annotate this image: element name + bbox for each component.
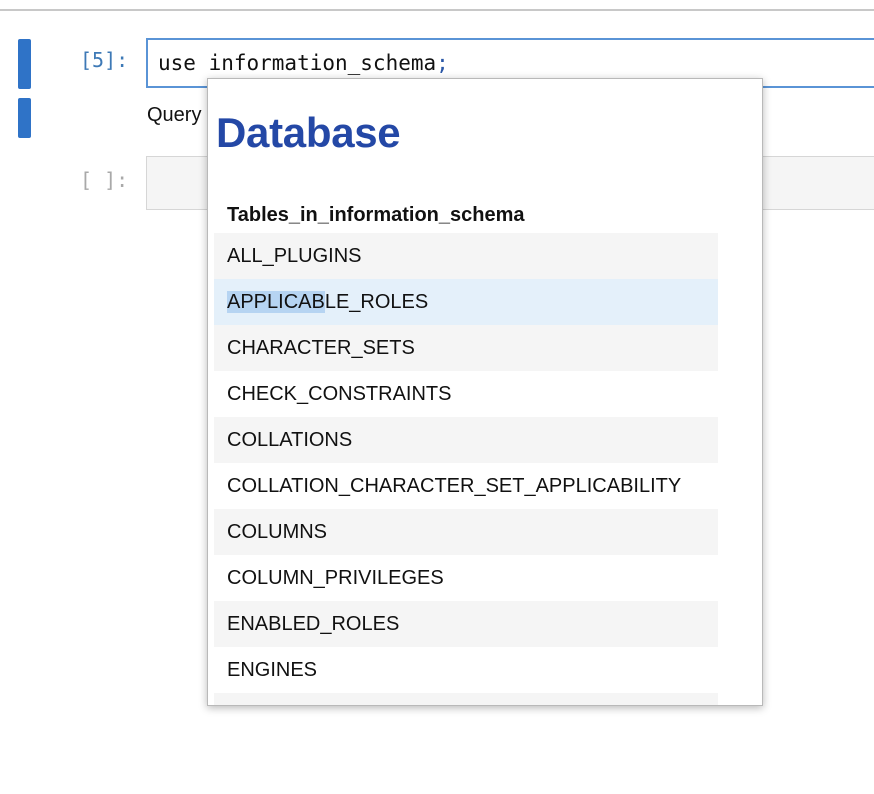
cell-output-text: Query [147,104,202,126]
database-popup: Database Tables_in_information_schema AL… [207,78,763,706]
code-semicolon: ; [436,51,449,75]
popup-title: Database [216,109,401,156]
tables-list: Tables_in_information_schema ALL_PLUGINS… [214,197,718,705]
selected-text: APPLICAB [227,291,325,313]
table-row-partial[interactable] [214,693,718,705]
code-text: use information_schema [158,51,437,75]
table-row[interactable]: COLLATION_CHARACTER_SET_APPLICABILITY [214,463,718,509]
cell-collapse-bar-output[interactable] [18,98,31,138]
cell-input-prompt: [5]: [80,48,129,72]
table-row[interactable]: ENGINES [214,647,718,693]
cell-collapse-bar-input[interactable] [18,39,31,89]
table-row[interactable]: COLLATIONS [214,417,718,463]
unselected-text: LE_ROLES [324,291,429,313]
cell-empty-prompt: [ ]: [80,168,129,192]
table-row[interactable]: COLUMN_PRIVILEGES [214,555,718,601]
table-row[interactable]: CHARACTER_SETS [214,325,718,371]
table-row-hovered[interactable]: APPLICABLE_ROLES [214,279,718,325]
table-row[interactable]: ENABLED_ROLES [214,601,718,647]
table-row[interactable]: COLUMNS [214,509,718,555]
table-row[interactable]: ALL_PLUGINS [214,233,718,279]
table-header: Tables_in_information_schema [227,204,525,226]
table-row[interactable]: CHECK_CONSTRAINTS [214,371,718,417]
top-divider [0,0,874,11]
